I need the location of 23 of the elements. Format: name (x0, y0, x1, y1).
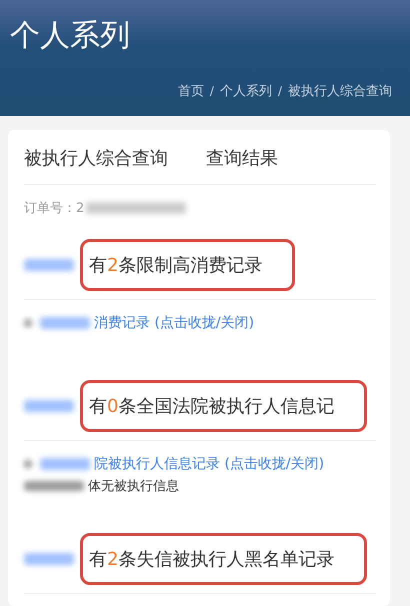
breadcrumb-link[interactable]: 被执行人综合查询 (288, 82, 392, 100)
redacted-text (24, 481, 84, 491)
record-count-text: 有2条限制高消费记录 (89, 255, 262, 276)
order-number-label: 订单号：2 (24, 200, 84, 217)
record-count-text: 有2条失信被执行人黑名单记录 (89, 549, 334, 570)
breadcrumb-link[interactable]: 首页 (178, 82, 204, 100)
tab[interactable]: 被执行人综合查询 (24, 146, 168, 172)
record-count-text: 有0条全国法院被执行人信息记 (89, 396, 334, 417)
redacted-text (40, 458, 90, 470)
page-title: 个人系列 (10, 17, 130, 55)
tab[interactable]: 查询结果 (206, 146, 278, 172)
result-note: 体无被执行信息 (88, 478, 179, 495)
redacted-text (24, 553, 74, 565)
redacted-text (40, 317, 90, 329)
redacted-text (24, 460, 32, 468)
breadcrumb-link[interactable]: 个人系列 (220, 82, 272, 100)
redacted-text (24, 319, 32, 327)
toggle-link[interactable]: 消费记录 (点击收拢/关闭) (94, 314, 254, 332)
redacted-text (24, 259, 74, 271)
toggle-link[interactable]: 院被执行人信息记录 (点击收拢/关闭) (94, 455, 324, 473)
redacted-text (24, 400, 74, 412)
breadcrumb-separator: / (210, 84, 214, 98)
breadcrumb-separator: / (278, 84, 282, 98)
